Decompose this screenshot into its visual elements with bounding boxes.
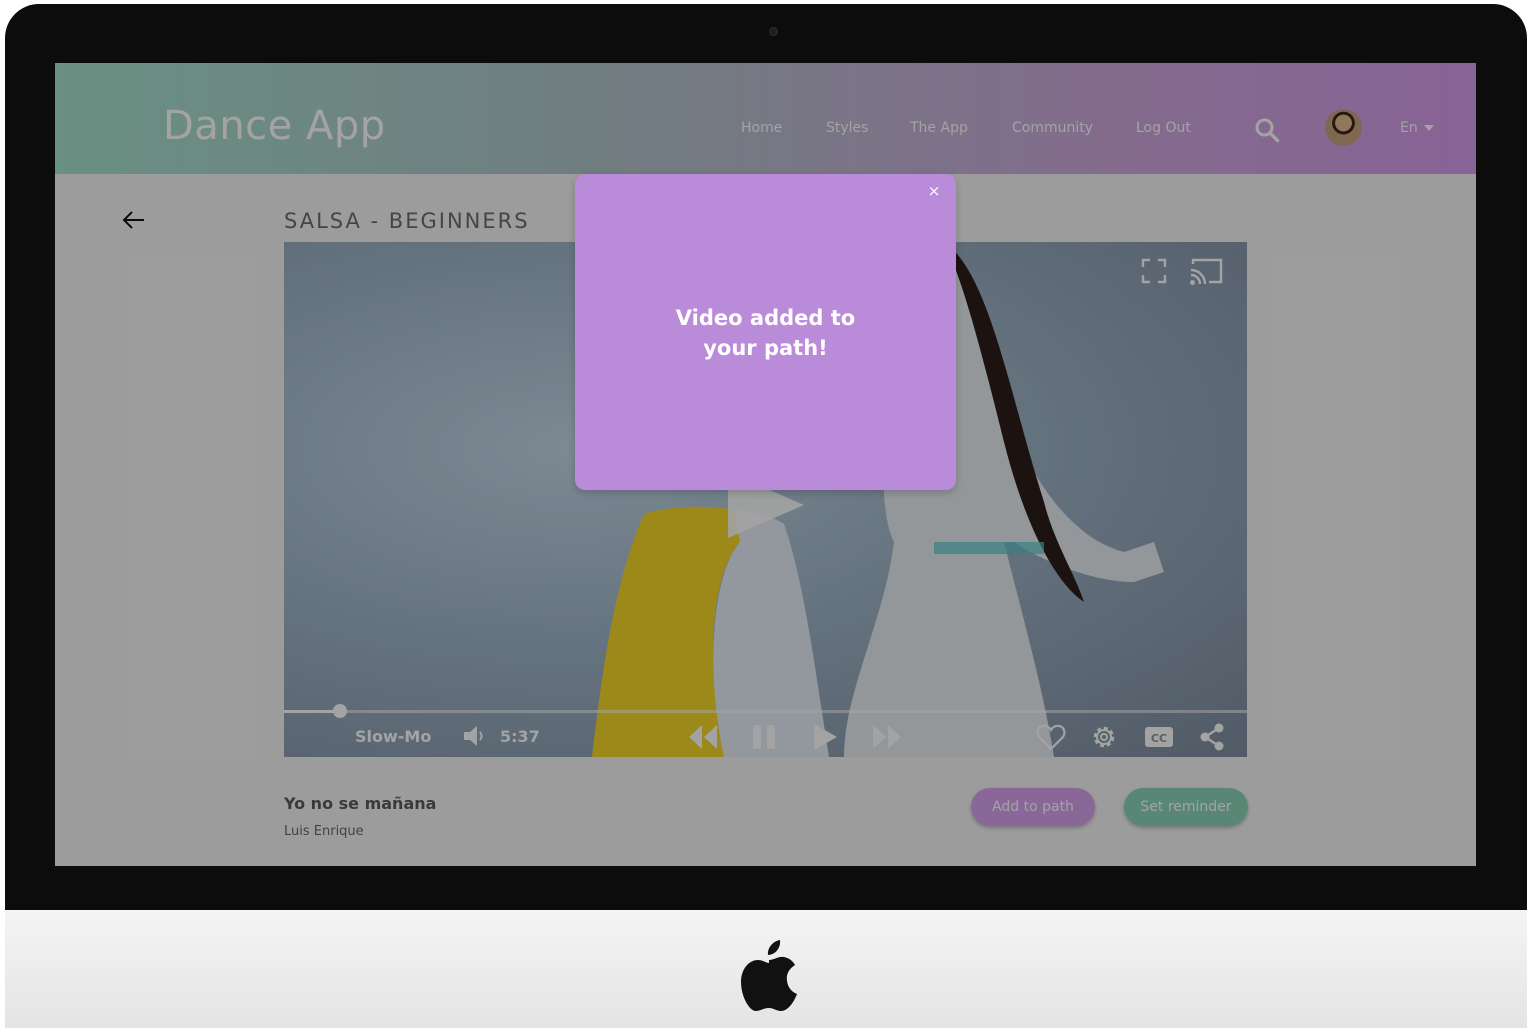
close-icon[interactable]: × <box>926 183 942 199</box>
modal-message-line-2: your path! <box>703 336 828 360</box>
camera <box>769 27 778 36</box>
confirmation-modal: × Video added to your path! <box>575 174 956 490</box>
apple-logo-icon <box>741 940 797 1011</box>
modal-message-line-1: Video added to <box>675 306 856 330</box>
app-screen: Dance App Home Styles The App Community … <box>55 63 1476 866</box>
modal-message: Video added to your path! <box>635 303 896 363</box>
